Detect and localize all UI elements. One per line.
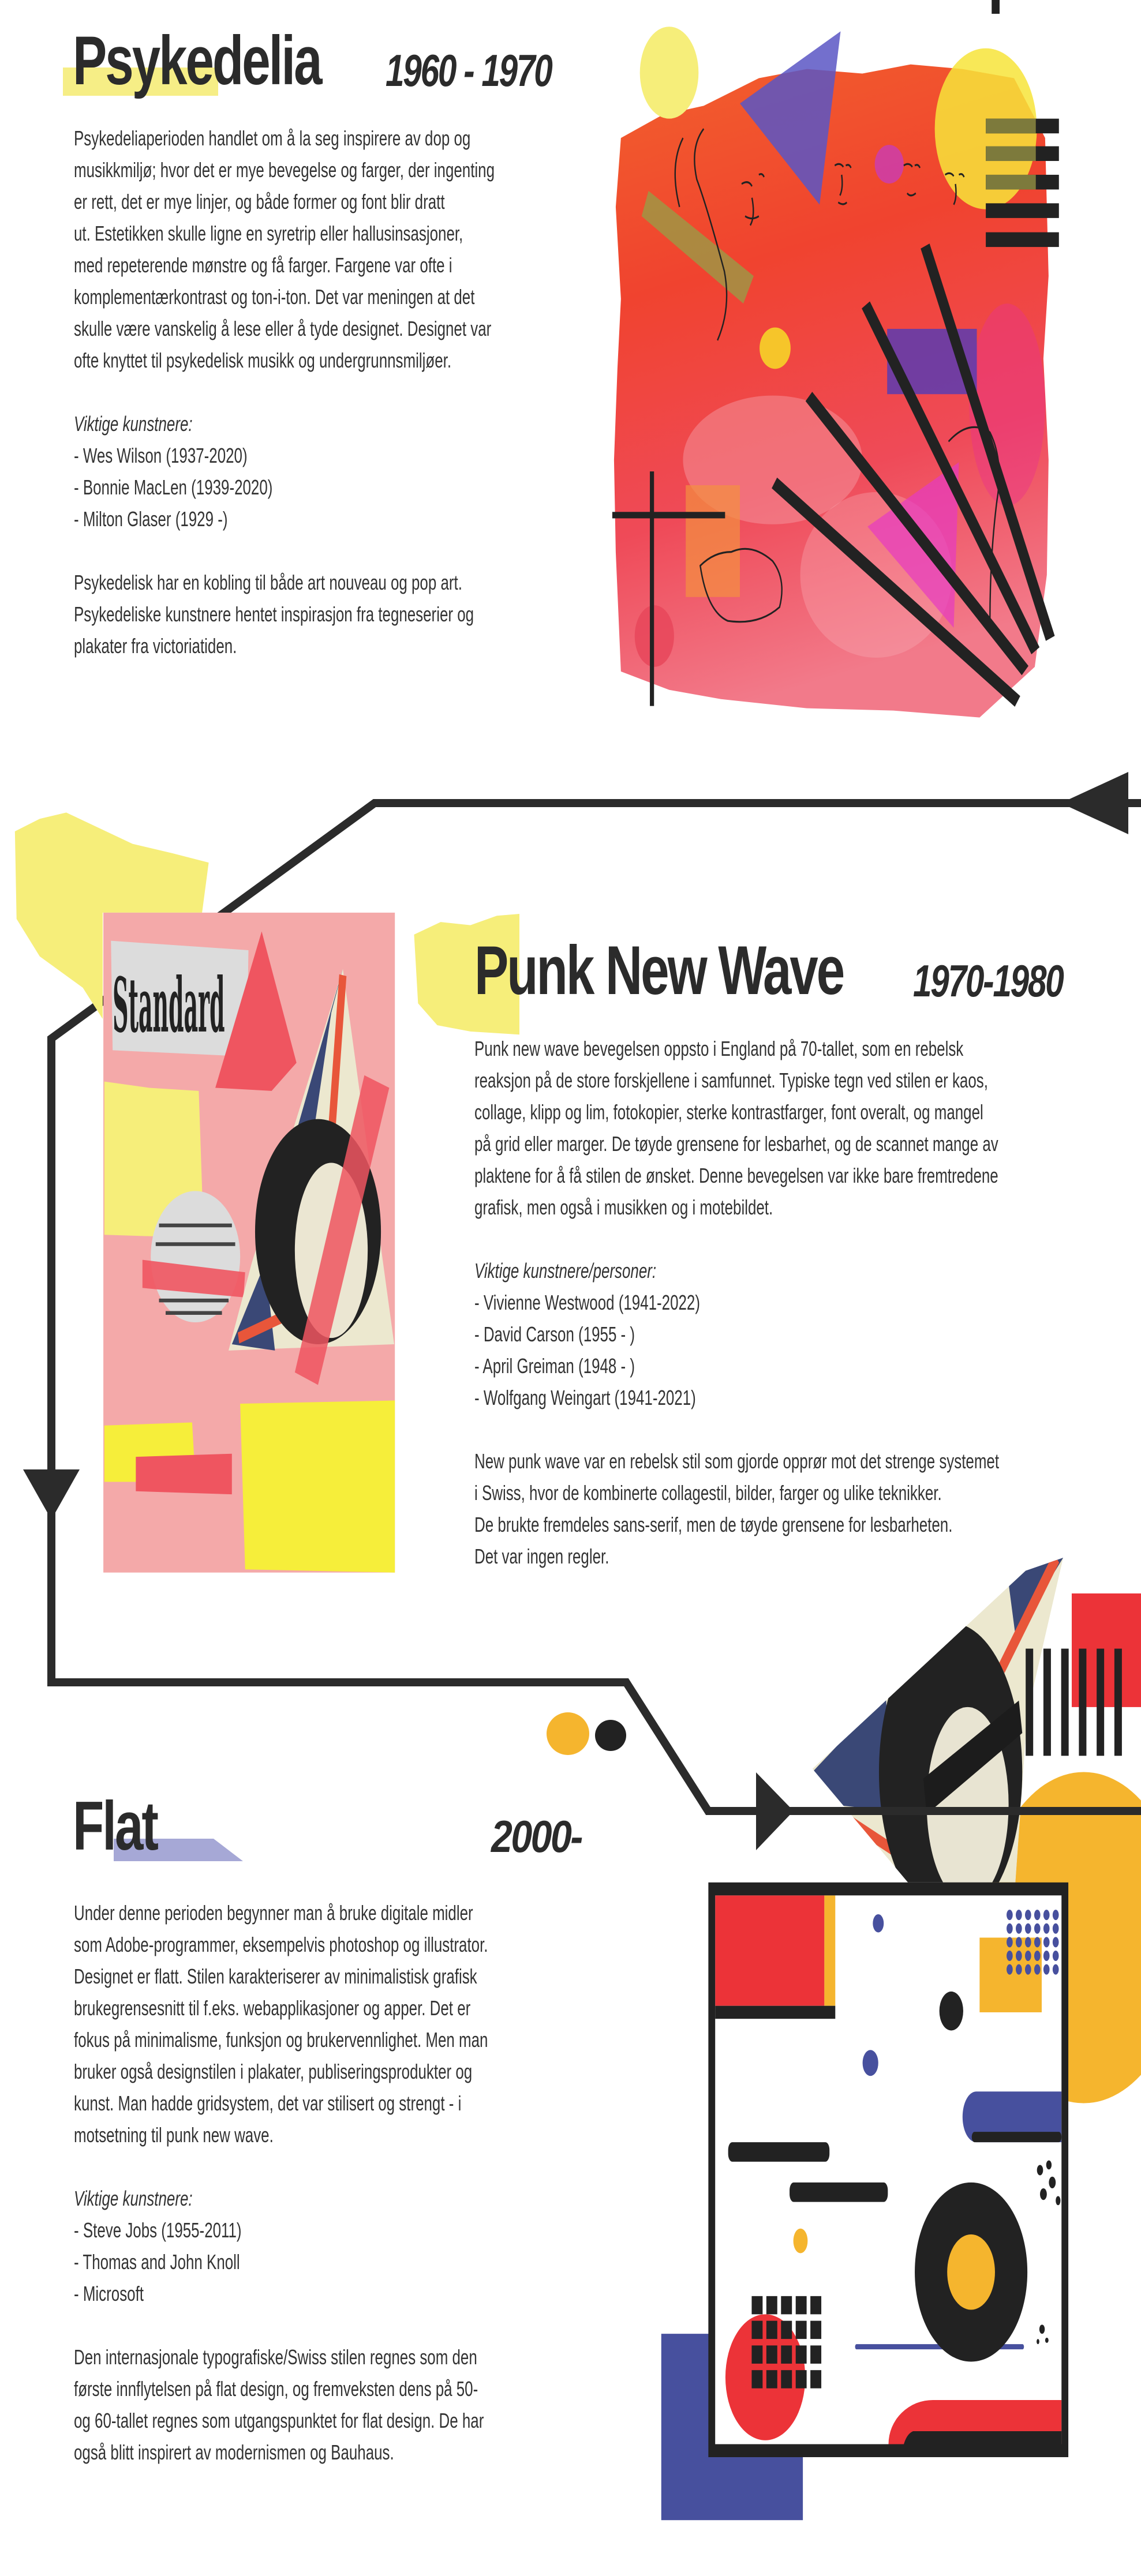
- outro-paragraph: Psykedelisk har en kobling til både art …: [74, 567, 495, 662]
- yellow-dot: [547, 1712, 589, 1755]
- punk-collage: Standard: [14, 812, 519, 1573]
- text-line: - Steve Jobs (1955-2011): [74, 2218, 242, 2242]
- section-body-psykedelia: Psykedeliaperioden handlet om å la seg i…: [74, 122, 495, 662]
- text-line: i Swiss, hvor de kombinerte collagestil,…: [474, 1481, 942, 1505]
- text-line: Det var ingen regler.: [474, 1544, 609, 1568]
- outro-paragraph: Den internasjonale typografiske/Swiss st…: [74, 2341, 488, 2468]
- text-line: - Bonnie MacLen (1939-2020): [74, 475, 273, 499]
- arrow-right-icon: [756, 1772, 794, 1850]
- text-line: plakater fra victoriatiden.: [74, 634, 237, 658]
- text-line: bruker også designstilen i plakater, pub…: [74, 2060, 473, 2083]
- text-line: motsetning til punk new wave.: [74, 2123, 274, 2147]
- text-line: reaksjon på de store forskjellene i samf…: [474, 1068, 988, 1092]
- artists-list: - Steve Jobs (1955-2011) - Thomas and Joh…: [74, 2214, 488, 2309]
- section-period-punk: 1970-1980: [913, 955, 1064, 1006]
- text-line: på grid eller marger. De tøyde grensene …: [474, 1132, 998, 1156]
- section-title-flat: Flat: [73, 1787, 159, 1865]
- red-tape: [136, 1453, 232, 1495]
- text-line: - Wes Wilson (1937-2020): [74, 444, 248, 467]
- text-line: collage, klipp og lim, fotokopier, sterk…: [474, 1100, 983, 1124]
- text-line: - David Carson (1955 - ): [474, 1322, 635, 1346]
- text-line: fokus på minimalisme, funksjon og bruker…: [74, 2028, 488, 2052]
- torn-yellow-paper: [240, 1400, 395, 1573]
- poster-page: Standard Psykedelia 1960 - 1970 Psykedel…: [0, 0, 1141, 2576]
- text-line: De brukte fremdeles sans-serif, men de t…: [474, 1513, 953, 1536]
- arrow-left-icon: [1061, 772, 1128, 834]
- section-title-psykedelia: Psykedelia: [73, 22, 322, 99]
- text-line: Psykedelisk har en kobling til både art …: [74, 571, 462, 594]
- text-line: er rett, det er mye linjer, og både form…: [74, 190, 445, 213]
- section-period-psykedelia: 1960 - 1970: [386, 45, 553, 96]
- text-line: Psykedeliaperioden handlet om å la seg i…: [74, 126, 471, 150]
- newspaper-masthead: Standard: [113, 961, 225, 1049]
- text-line: - Thomas and John Knoll: [74, 2250, 240, 2274]
- text-line: plaktene for å få stilen de ønsket. Denn…: [474, 1164, 998, 1187]
- text-line: Punk new wave bevegelsen oppsto i Englan…: [474, 1037, 964, 1060]
- text-line: brukegrensesnitt til f.eks. webapplikasj…: [74, 1996, 471, 2020]
- section-body-punk: Punk new wave bevegelsen oppsto i Englan…: [474, 1033, 999, 1572]
- text-line: med repeterende mønstre og få farger. Fa…: [74, 253, 452, 277]
- text-line: første innflytelsen på flat design, og f…: [74, 2377, 478, 2401]
- outro-paragraph: New punk wave var en rebelsk stil som gj…: [474, 1445, 999, 1572]
- intro-paragraph: Under denne perioden begynner man å bruk…: [74, 1897, 488, 2151]
- intro-paragraph: Psykedeliaperioden handlet om å la seg i…: [74, 122, 495, 376]
- text-line: - Wolfgang Weingart (1941-2021): [474, 1386, 696, 1409]
- text-line: - Vivienne Westwood (1941-2022): [474, 1291, 700, 1314]
- text-line: New punk wave var en rebelsk stil som gj…: [474, 1449, 1000, 1473]
- section-body-flat: Under denne perioden begynner man å bruk…: [74, 1897, 488, 2468]
- text-line: ofte knyttet til psykedelisk musikk og u…: [74, 348, 452, 372]
- text-line: Psykedeliske kunstnere hentet inspirasjo…: [74, 602, 474, 626]
- artists-heading: Viktige kunstnere:: [74, 2187, 193, 2210]
- text-line: Under denne perioden begynner man å bruk…: [74, 1901, 473, 1925]
- intro-paragraph: Punk new wave bevegelsen oppsto i Englan…: [474, 1033, 999, 1223]
- text-line: og 60-tallet regnes som utgangspunktet f…: [74, 2409, 484, 2432]
- text-line: musikkmiljø; hvor det er mye bevegelse o…: [74, 158, 495, 182]
- text-line: kunst. Man hadde gridsystem, det var sti…: [74, 2091, 462, 2115]
- text-line: grafisk, men også i musikken og i motebi…: [474, 1195, 773, 1219]
- text-line: ut. Estetikken skulle ligne en syretrip …: [74, 222, 463, 245]
- artists-heading: Viktige kunstnere:: [74, 412, 193, 436]
- text-line: også blitt inspirert av modernismen og B…: [74, 2440, 394, 2464]
- section-period-flat: 2000-: [491, 1811, 583, 1862]
- section-title-punk: Punk New Wave: [474, 932, 845, 1009]
- text-line: Den internasjonale typografiske/Swiss st…: [74, 2345, 477, 2369]
- text-line: - Milton Glaser (1929 -): [74, 507, 228, 531]
- text-line: skulle være vanskelig å lese eller å tyd…: [74, 317, 492, 340]
- artists-list: - Vivienne Westwood (1941-2022) - David C…: [474, 1287, 999, 1413]
- newspaper-clipping: [151, 1191, 241, 1323]
- text-line: som Adobe-programmer, eksempelvis photos…: [74, 1933, 488, 1956]
- artists-heading: Viktige kunstnere/personer:: [474, 1259, 657, 1283]
- black-dot: [595, 1720, 626, 1751]
- text-line: Designet er flatt. Stilen karakteriserer…: [74, 1964, 477, 1988]
- text-line: - April Greiman (1948 - ): [474, 1354, 635, 1378]
- text-line: - Microsoft: [74, 2282, 144, 2305]
- text-line: komplementærkontrast og ton-i-ton. Det v…: [74, 285, 475, 309]
- artists-list: - Wes Wilson (1937-2020) - Bonnie MacLen …: [74, 440, 495, 535]
